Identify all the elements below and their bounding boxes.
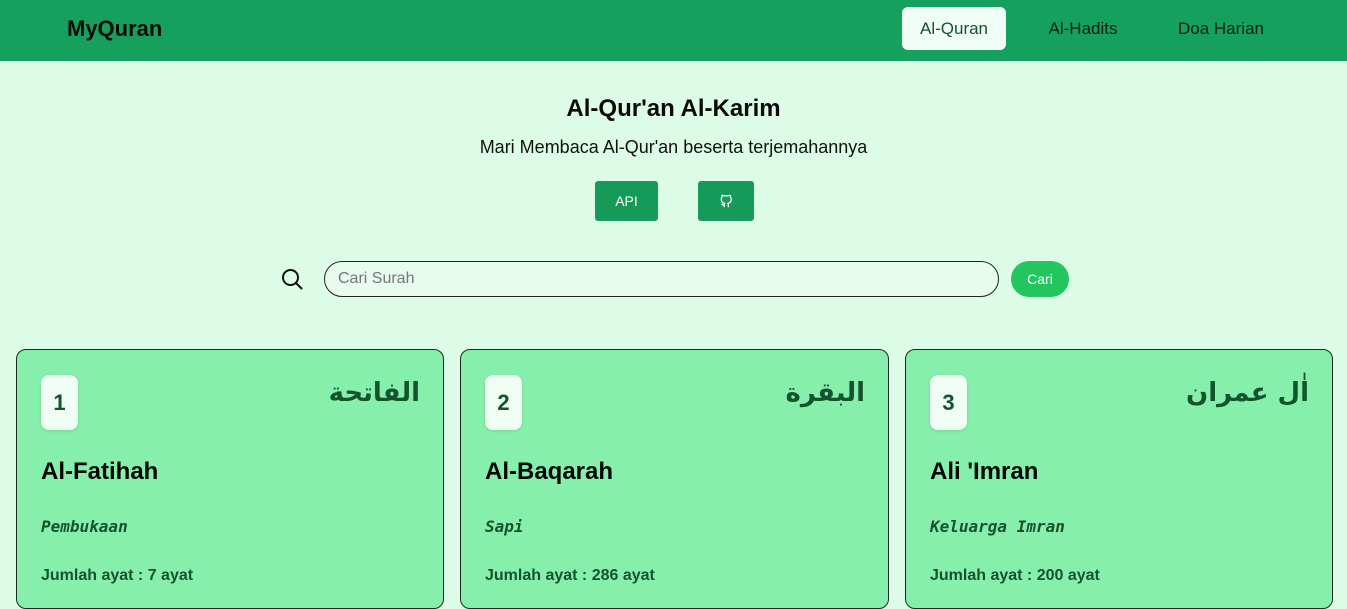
surah-card-al-baqarah[interactable]: 2 البقرة Al-Baqarah Sapi Jumlah ayat : 2… xyxy=(460,349,889,609)
search-button[interactable]: Cari xyxy=(1011,261,1069,297)
page-title: Al-Qur'an Al-Karim xyxy=(566,95,781,122)
surah-meaning: Keluarga Imran xyxy=(930,517,1065,536)
page-subtitle: Mari Membaca Al-Qur'an beserta terjemaha… xyxy=(479,137,868,157)
surah-card-al-fatihah[interactable]: 1 الفاتحة Al-Fatihah Pembukaan Jumlah ay… xyxy=(16,349,444,609)
github-button[interactable] xyxy=(698,181,754,221)
surah-number-badge: 3 xyxy=(930,375,967,430)
surah-arabic-name: البقرة xyxy=(785,378,865,408)
surah-name: Ali 'Imran xyxy=(930,458,1039,485)
surah-card-ali-imran[interactable]: 3 اٰل عمران Ali 'Imran Keluarga Imran Ju… xyxy=(905,349,1333,609)
search-icon xyxy=(282,269,303,290)
api-button[interactable]: API xyxy=(595,181,658,221)
brand-logo[interactable]: MyQuran xyxy=(67,16,162,42)
navbar: MyQuran Al-Quran Al-Hadits Doa Harian xyxy=(0,0,1347,61)
nav-link-al-hadits[interactable]: Al-Hadits xyxy=(1033,7,1133,50)
search-input[interactable] xyxy=(324,261,999,297)
surah-ayat-count: Jumlah ayat : 286 ayat xyxy=(485,567,655,584)
surah-ayat-count: Jumlah ayat : 7 ayat xyxy=(41,567,194,584)
surah-arabic-name: الفاتحة xyxy=(328,378,420,408)
nav-link-doa-harian[interactable]: Doa Harian xyxy=(1162,7,1280,50)
github-icon xyxy=(720,194,732,208)
surah-ayat-count: Jumlah ayat : 200 ayat xyxy=(930,567,1100,584)
surah-name: Al-Fatihah xyxy=(41,458,159,485)
surah-meaning: Sapi xyxy=(485,517,524,536)
nav-link-al-quran[interactable]: Al-Quran xyxy=(902,7,1006,50)
surah-name: Al-Baqarah xyxy=(485,458,614,485)
surah-arabic-name: اٰل عمران xyxy=(1186,378,1309,408)
surah-number-badge: 1 xyxy=(41,375,78,430)
surah-meaning: Pembukaan xyxy=(41,517,128,536)
surah-number-badge: 2 xyxy=(485,375,522,430)
